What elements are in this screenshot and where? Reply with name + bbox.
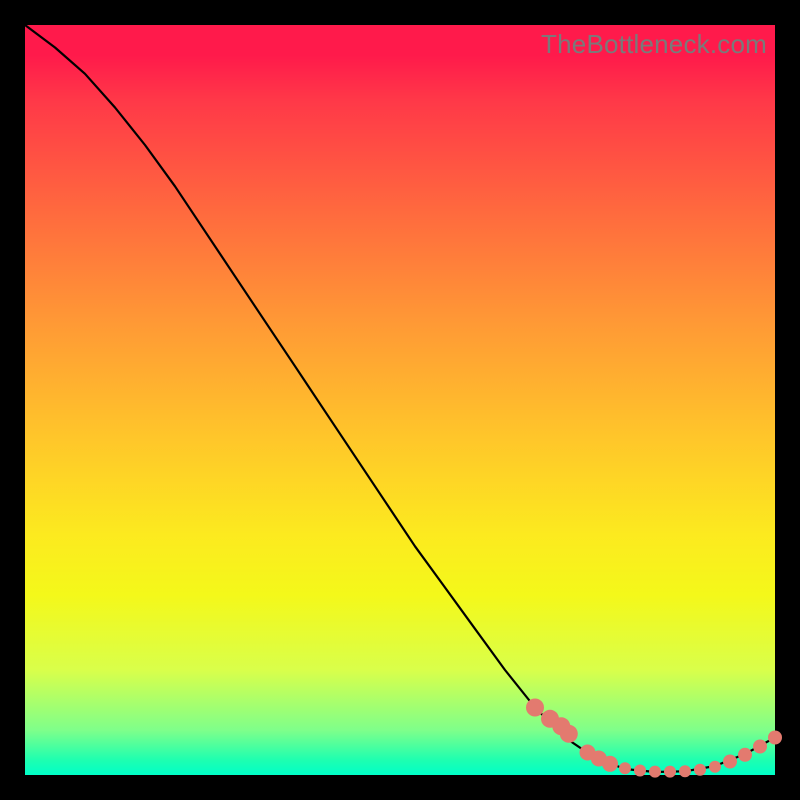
marker-dot — [664, 766, 676, 778]
marker-dot — [694, 764, 706, 776]
chart-svg — [25, 25, 775, 775]
marker-dot — [649, 766, 661, 778]
marker-group — [526, 699, 782, 778]
bottleneck-curve-path — [25, 25, 775, 772]
marker-dot — [560, 725, 578, 743]
marker-dot — [602, 756, 618, 772]
marker-dot — [619, 762, 631, 774]
marker-dot — [738, 748, 752, 762]
marker-dot — [723, 755, 737, 769]
marker-dot — [709, 761, 721, 773]
marker-dot — [634, 765, 646, 777]
marker-dot — [526, 699, 544, 717]
marker-dot — [768, 731, 782, 745]
chart-plot-area: TheBottleneck.com — [25, 25, 775, 775]
marker-dot — [753, 740, 767, 754]
marker-dot — [679, 765, 691, 777]
